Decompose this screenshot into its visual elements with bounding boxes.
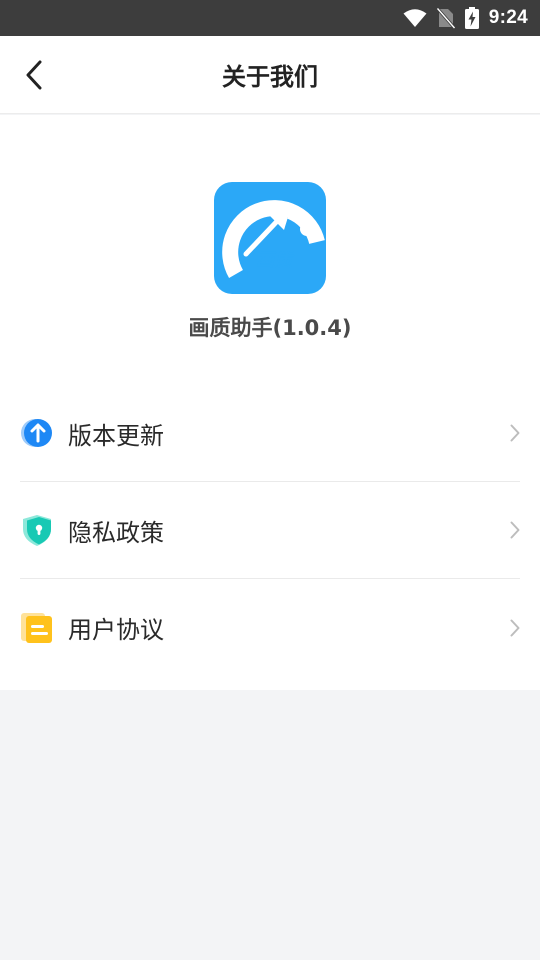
menu-item-version-update[interactable]: 版本更新 — [20, 385, 520, 482]
chevron-left-icon — [26, 60, 42, 89]
back-button[interactable] — [14, 55, 54, 95]
wifi-icon — [403, 8, 427, 28]
battery-charging-icon — [464, 7, 479, 29]
page-title: 关于我们 — [222, 63, 318, 91]
status-bar: 9:24 — [0, 0, 540, 36]
menu-item-user-agreement[interactable]: 用户协议 — [20, 579, 520, 676]
chevron-right-icon — [510, 619, 520, 637]
shield-icon — [20, 513, 54, 547]
no-sim-icon — [436, 7, 455, 29]
top-nav-bar: 关于我们 — [0, 36, 540, 114]
app-logo: 画质 — [214, 182, 326, 294]
app-logo-icon: 画质 — [222, 200, 325, 278]
svg-text:画质: 画质 — [256, 250, 295, 271]
chevron-right-icon — [510, 521, 520, 539]
chevron-right-icon — [510, 424, 520, 442]
menu-item-label: 隐私政策 — [68, 518, 164, 547]
about-menu: 版本更新 隐私政策 用户协议 — [20, 385, 520, 676]
menu-item-privacy-policy[interactable]: 隐私政策 — [20, 482, 520, 579]
app-name-version: 画质助手(1.0.4) — [188, 316, 352, 340]
status-time: 9:24 — [488, 7, 528, 28]
menu-item-label: 用户协议 — [68, 616, 164, 644]
document-icon — [20, 611, 54, 645]
about-content: 画质 画质助手(1.0.4) 版本更新 隐私政策 用户协议 — [0, 115, 540, 690]
menu-item-label: 版本更新 — [68, 421, 164, 450]
update-arrow-icon — [20, 416, 54, 450]
